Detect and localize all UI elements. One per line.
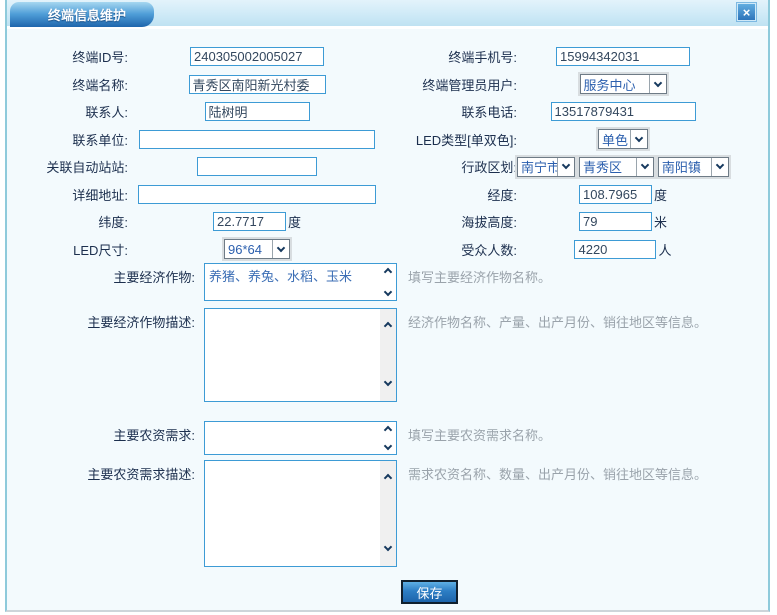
address-label: 详细地址: xyxy=(7,185,128,204)
crops-desc-label: 主要经济作物描述: xyxy=(7,308,195,331)
form-row: 终端名称: 终端管理员用户: 服务中心 xyxy=(7,71,768,99)
longitude-label: 经度: xyxy=(386,185,517,204)
scroll-down-icon xyxy=(384,288,392,296)
scroll-up-icon xyxy=(384,426,392,434)
form-row: 主要经济作物: 养猪、养兔、水稻、玉米 填写主要经济作物名称。 xyxy=(7,263,768,301)
contact-unit-label: 联系单位: xyxy=(7,130,128,149)
contact-unit-input[interactable] xyxy=(139,130,375,149)
contact-phone-label: 联系电话: xyxy=(386,102,517,121)
admin-user-select[interactable]: 服务中心 xyxy=(580,74,667,94)
terminal-id-label: 终端ID号: xyxy=(7,47,128,66)
supplies-desc-hint: 需求农资名称、数量、出产月份、销往地区等信息。 xyxy=(408,460,707,483)
scroll-up-icon xyxy=(384,474,392,482)
form-row: 联系人: 联系电话: xyxy=(7,98,768,126)
scroll-down-icon xyxy=(384,543,392,551)
region-label: 行政区划: xyxy=(386,157,517,176)
chevron-down-icon xyxy=(636,158,653,176)
scrollbar[interactable] xyxy=(380,422,396,454)
scroll-up-icon xyxy=(384,322,392,330)
form-row: 详细地址: 经度: 度 xyxy=(7,181,768,209)
altitude-input[interactable] xyxy=(579,212,652,231)
chevron-down-icon xyxy=(711,158,728,176)
form-row: 主要农资需求: 填写主要农资需求名称。 xyxy=(7,421,768,455)
altitude-unit: 米 xyxy=(654,212,667,231)
supplies-hint: 填写主要农资需求名称。 xyxy=(408,421,551,444)
dialog-title-tab: 终端信息维护 xyxy=(10,2,154,27)
auto-station-input[interactable] xyxy=(197,157,317,176)
form-row: LED尺寸: 96*64 受众人数: 人 xyxy=(7,236,768,264)
crops-label: 主要经济作物: xyxy=(7,263,195,286)
supplies-textarea[interactable] xyxy=(205,422,380,454)
terminal-id-input[interactable] xyxy=(190,47,324,66)
scroll-up-icon xyxy=(384,268,392,276)
contact-phone-input[interactable] xyxy=(551,102,696,121)
scrollbar[interactable] xyxy=(380,309,396,401)
form-row: 关联自动站站: 行政区划: 南宁市 青秀区 南阳镇 xyxy=(7,153,768,181)
dialog-title: 终端信息维护 xyxy=(48,5,126,24)
altitude-label: 海拔高度: xyxy=(386,212,517,231)
auto-station-label: 关联自动站站: xyxy=(7,157,128,176)
chevron-down-icon xyxy=(630,130,647,148)
form-row: 终端ID号: 终端手机号: xyxy=(7,43,768,71)
crops-textarea[interactable]: 养猪、养兔、水稻、玉米 xyxy=(205,264,380,300)
form-row: 联系单位: LED类型[单双色]: 单色 xyxy=(7,126,768,154)
crops-hint: 填写主要经济作物名称。 xyxy=(408,263,551,286)
contact-input[interactable] xyxy=(205,102,310,121)
form-row: 纬度: 度 海拔高度: 米 xyxy=(7,208,768,236)
latitude-label: 纬度: xyxy=(7,212,128,231)
crops-desc-textarea[interactable] xyxy=(205,309,380,401)
chevron-down-icon xyxy=(557,158,574,176)
form-row: 主要经济作物描述: 经济作物名称、产量、出产月份、销往地区等信息。 xyxy=(7,308,768,402)
crops-desc-hint: 经济作物名称、产量、出产月份、销往地区等信息。 xyxy=(408,308,707,331)
led-size-label: LED尺寸: xyxy=(7,240,128,259)
supplies-desc-label: 主要农资需求描述: xyxy=(7,460,195,483)
longitude-unit: 度 xyxy=(654,185,667,204)
dialog-footer: 保存 xyxy=(7,567,768,604)
contact-label: 联系人: xyxy=(7,102,128,121)
scrollbar[interactable] xyxy=(380,461,396,566)
chevron-down-icon xyxy=(272,240,289,258)
admin-user-label: 终端管理员用户: xyxy=(386,75,517,94)
close-button[interactable]: × xyxy=(737,3,756,21)
address-input[interactable] xyxy=(138,185,376,204)
terminal-phone-input[interactable] xyxy=(556,47,690,66)
terminal-info-dialog: 终端信息维护 × 终端ID号: 终端手机号: 终端名称: 终端管理员用户: xyxy=(5,0,770,612)
region-district-select[interactable]: 青秀区 xyxy=(579,157,654,177)
scroll-down-icon xyxy=(384,442,392,450)
latitude-unit: 度 xyxy=(288,212,301,231)
close-icon: × xyxy=(743,6,751,19)
form-row: 主要农资需求描述: 需求农资名称、数量、出产月份、销往地区等信息。 xyxy=(7,460,768,567)
supplies-desc-textarea[interactable] xyxy=(205,461,380,566)
region-city-select[interactable]: 南宁市 xyxy=(517,157,575,177)
led-type-select[interactable]: 单色 xyxy=(598,129,648,149)
audience-label: 受众人数: xyxy=(386,240,517,259)
led-type-label: LED类型[单双色]: xyxy=(386,130,517,149)
scroll-down-icon xyxy=(384,378,392,386)
scrollbar[interactable] xyxy=(380,264,396,300)
terminal-name-label: 终端名称: xyxy=(7,75,128,94)
latitude-input[interactable] xyxy=(213,212,286,231)
save-button[interactable]: 保存 xyxy=(401,580,457,604)
region-town-select[interactable]: 南阳镇 xyxy=(658,157,729,177)
terminal-phone-label: 终端手机号: xyxy=(386,47,517,66)
dialog-titlebar: 终端信息维护 × xyxy=(7,0,768,29)
audience-unit: 人 xyxy=(658,240,671,259)
led-size-select[interactable]: 96*64 xyxy=(224,239,290,259)
terminal-form: 终端ID号: 终端手机号: 终端名称: 终端管理员用户: 服务中心 xyxy=(7,29,768,604)
supplies-label: 主要农资需求: xyxy=(7,421,195,444)
longitude-input[interactable] xyxy=(579,185,652,204)
terminal-name-input[interactable] xyxy=(189,75,326,94)
audience-input[interactable] xyxy=(574,240,656,259)
chevron-down-icon xyxy=(649,75,666,93)
